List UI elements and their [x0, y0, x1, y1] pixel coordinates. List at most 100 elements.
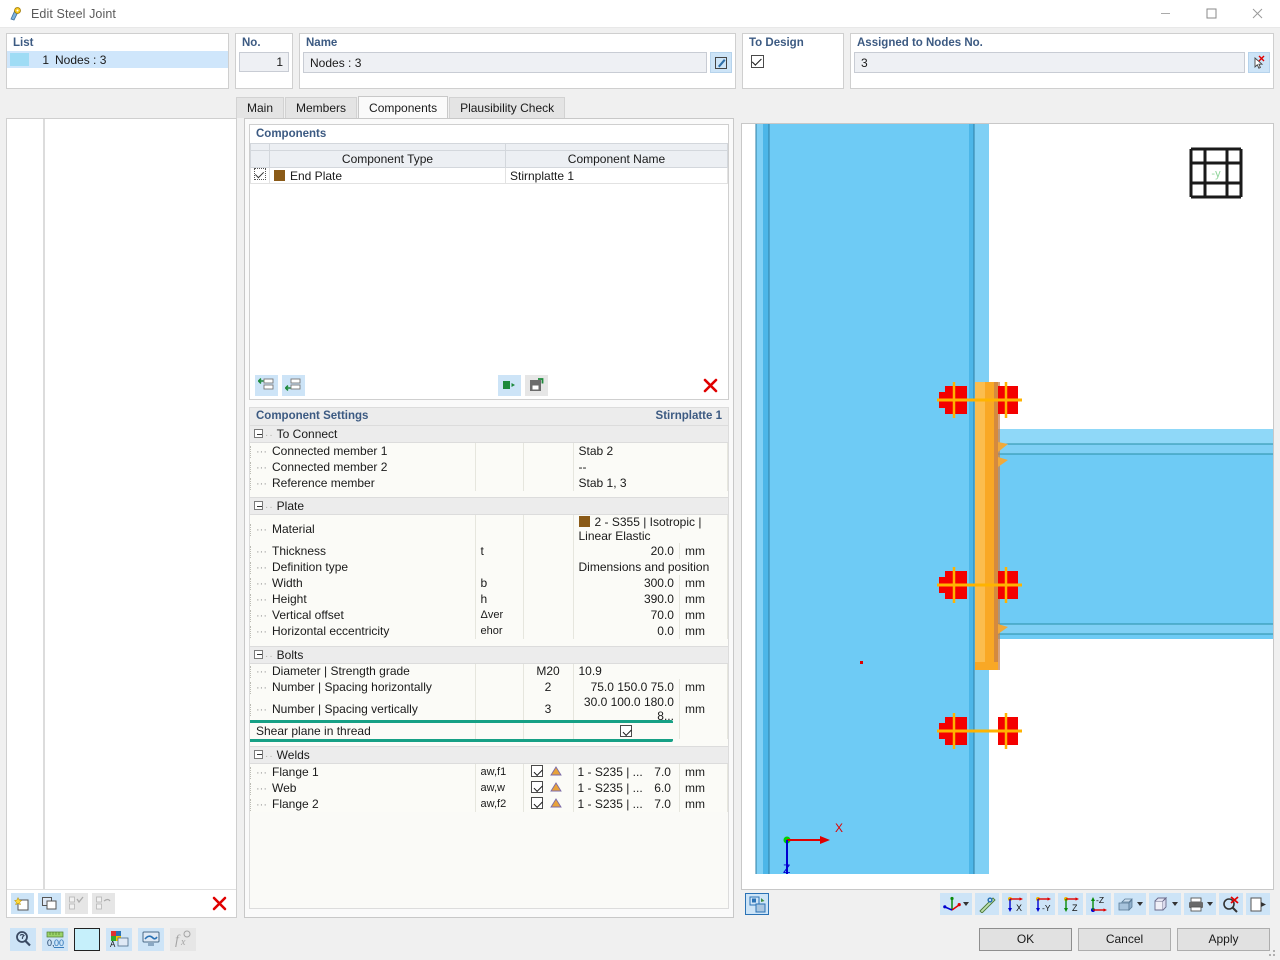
insert-component-button[interactable]: [255, 374, 278, 396]
view-against-z-button[interactable]: -Z: [1086, 893, 1111, 915]
no-panel: No. 1: [235, 33, 293, 89]
property-group-plate[interactable]: ·· Plate: [250, 497, 728, 515]
tab-components[interactable]: Components: [358, 96, 449, 118]
property-row[interactable]: ··· Connected member 1 Stab 2: [250, 442, 728, 459]
property-label: Height: [272, 592, 307, 606]
weld-enabled-checkbox[interactable]: [531, 780, 544, 793]
property-unit: mm: [679, 543, 728, 559]
joints-list-toolbar: [7, 889, 236, 917]
find-button[interactable]: [10, 927, 36, 951]
name-input[interactable]: Nodes : 3: [303, 52, 707, 73]
property-mid-value: 3: [523, 695, 574, 723]
close-button[interactable]: [1234, 0, 1280, 28]
assigned-nodes-input[interactable]: 3: [854, 52, 1245, 73]
display-properties-button[interactable]: A: [106, 927, 132, 951]
component-settings-header: Component Settings Stirnplatte 1: [249, 407, 729, 425]
collapse-icon[interactable]: [254, 749, 263, 759]
view-style-button[interactable]: [1149, 893, 1181, 915]
toggle-panel-button[interactable]: [1246, 893, 1270, 915]
list-item[interactable]: 1 Nodes : 3: [7, 51, 228, 68]
edit-pencil-icon[interactable]: [710, 52, 732, 73]
property-row[interactable]: ··· Flange 2 aw,f2 1 - S235 | ... 7.0 mm: [250, 795, 728, 812]
weld-enabled-checkbox[interactable]: [531, 796, 544, 809]
components-toolbar: [250, 371, 728, 399]
view-in-z-button[interactable]: Z: [1058, 893, 1083, 915]
property-row[interactable]: ··· Number | Spacing horizontally 2 75.0 …: [250, 679, 728, 695]
toggle-render-mode-button[interactable]: [745, 893, 769, 915]
print-button[interactable]: [1184, 893, 1216, 915]
select-all-button: [65, 893, 88, 914]
name-label: Name: [306, 37, 338, 49]
property-unit: mm: [679, 591, 728, 607]
delete-joint-button[interactable]: [206, 893, 232, 914]
color-button[interactable]: [74, 927, 100, 951]
property-row[interactable]: ··· Flange 1 aw,f1 1 - S235 | ... 7.0 mm: [250, 763, 728, 780]
property-symbol: ehor: [475, 623, 524, 639]
list-item-number: 1: [42, 52, 49, 67]
import-component-button[interactable]: [498, 374, 521, 396]
shear-plane-in-thread-checkbox[interactable]: [573, 723, 680, 739]
tab-plausibility-check[interactable]: Plausibility Check: [449, 97, 566, 118]
measure-button[interactable]: [975, 893, 999, 915]
apply-button[interactable]: Apply: [1177, 927, 1270, 951]
view-against-y-button[interactable]: -Y: [1030, 893, 1055, 915]
resize-grip[interactable]: [1265, 946, 1277, 958]
append-component-button[interactable]: [282, 374, 305, 396]
property-row[interactable]: ··· Height h 390.0 mm: [250, 591, 728, 607]
property-row[interactable]: ··· Diameter | Strength grade M20 10.9: [250, 663, 728, 679]
ok-button[interactable]: OK: [979, 927, 1072, 951]
no-field[interactable]: 1: [239, 52, 289, 72]
property-row[interactable]: ··· Definition type Dimensions and positi…: [250, 559, 728, 575]
decimal-places-button[interactable]: 0, 00: [42, 927, 68, 951]
property-row[interactable]: ··· Material 2 - S355 | Isotropic | Linea…: [250, 514, 728, 543]
navigation-cube-icon[interactable]: -y: [1189, 147, 1243, 202]
coordinate-system-button[interactable]: [940, 893, 972, 915]
component-enabled-checkbox[interactable]: [250, 167, 270, 184]
delete-component-button[interactable]: [697, 375, 723, 396]
components-table-empty-area[interactable]: [250, 184, 728, 371]
view-in-x-button[interactable]: X: [1002, 893, 1027, 915]
property-row[interactable]: ··· Web aw,w 1 - S235 | ... 6.0 mm: [250, 779, 728, 796]
tab-members[interactable]: Members: [285, 97, 358, 118]
svg-text:00: 00: [54, 938, 64, 948]
copy-joint-button[interactable]: [38, 893, 61, 914]
property-value: Stab 1, 3: [573, 474, 728, 491]
weld-symbol-icon: [547, 781, 565, 796]
component-settings-subtitle: Stirnplatte 1: [655, 410, 722, 422]
weld-enabled-checkbox[interactable]: [531, 764, 544, 777]
3d-viewport[interactable]: X Z -y: [741, 123, 1274, 890]
save-component-button[interactable]: [525, 374, 548, 396]
property-label: Flange 1: [272, 764, 319, 779]
component-name-cell: Stirnplatte 1: [505, 167, 728, 184]
assigned-nodes-label: Assigned to Nodes No.: [857, 37, 983, 49]
maximize-button[interactable]: [1188, 0, 1234, 28]
property-row[interactable]: ··· Number | Spacing vertically 3 30.0 10…: [250, 695, 728, 723]
property-unit: mm: [679, 695, 728, 723]
property-group-welds[interactable]: ·· Welds: [250, 745, 728, 764]
property-row-shear-plane-in-thread[interactable]: Shear plane in thread: [250, 720, 728, 742]
property-row[interactable]: ··· Width b 300.0 mm: [250, 575, 728, 591]
cancel-button[interactable]: Cancel: [1078, 927, 1171, 951]
property-unit: mm: [679, 763, 728, 780]
to-design-checkbox[interactable]: [751, 55, 764, 68]
property-label: Flange 2: [272, 796, 319, 811]
collapse-icon[interactable]: [254, 649, 263, 659]
tab-main[interactable]: Main: [236, 97, 285, 118]
property-row[interactable]: ··· Connected member 2 --: [250, 458, 728, 475]
property-row[interactable]: ··· Reference member Stab 1, 3: [250, 474, 728, 491]
reset-zoom-button[interactable]: [1219, 893, 1243, 915]
new-joint-button[interactable]: [11, 893, 34, 914]
property-row[interactable]: ··· Horizontal eccentricity ehor 0.0 mm: [250, 623, 728, 639]
property-row[interactable]: ··· Vertical offset Δver 70.0 mm: [250, 607, 728, 623]
visibility-button[interactable]: [138, 927, 164, 951]
pick-node-cursor-icon[interactable]: [1248, 52, 1270, 73]
collapse-icon[interactable]: [254, 429, 263, 438]
display-mode-button[interactable]: [1114, 893, 1146, 915]
property-row[interactable]: ··· Thickness t 20.0 mm: [250, 543, 728, 559]
property-group-bolts[interactable]: ·· Bolts: [250, 645, 728, 664]
joints-list-body[interactable]: [7, 119, 236, 889]
minimize-button[interactable]: [1142, 0, 1188, 28]
table-row[interactable]: End Plate Stirnplatte 1: [250, 167, 728, 184]
property-group-to-connect[interactable]: ·· To Connect: [250, 425, 728, 443]
collapse-icon[interactable]: [254, 501, 263, 510]
